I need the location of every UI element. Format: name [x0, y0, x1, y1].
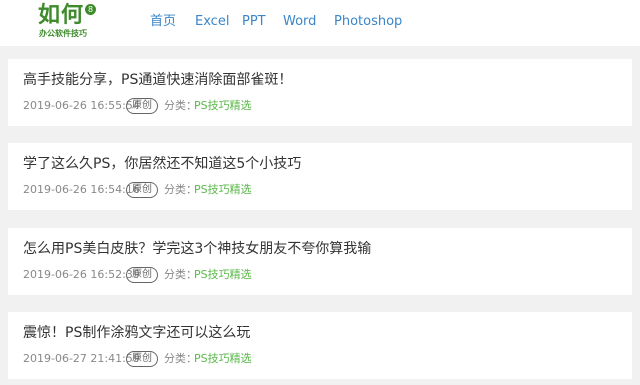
category-link[interactable]: PS技巧精选: [194, 267, 252, 283]
article-title[interactable]: 怎么用PS美白皮肤？学完这3个神技女朋友不夸你算我输: [23, 239, 371, 259]
article-card[interactable]: 震惊！PS制作涂鸦文字还可以这么玩 2019-06-27 21:41:59 原创…: [8, 312, 632, 379]
original-badge: 原创: [126, 267, 158, 283]
article-date: 2019-06-26 16:54:16: [23, 183, 140, 196]
article-card[interactable]: 怎么用PS美白皮肤？学完这3个神技女朋友不夸你算我输 2019-06-26 16…: [8, 228, 632, 295]
logo-subtitle: 办公软件技巧: [39, 29, 87, 38]
original-badge: 原创: [126, 182, 158, 198]
category-label: 分类：: [164, 352, 197, 365]
category-link[interactable]: PS技巧精选: [194, 351, 252, 367]
article-title[interactable]: 高手技能分享，PS通道快速消除面部雀斑！: [23, 70, 292, 90]
original-badge: 原创: [126, 351, 158, 367]
logo-badge: 8: [85, 4, 96, 15]
original-badge: 原创: [126, 98, 158, 114]
nav-word[interactable]: Word: [283, 13, 316, 31]
article-title[interactable]: 学了这么久PS，你居然还不知道这5个小技巧: [23, 154, 301, 174]
article-date: 2019-06-26 16:52:39: [23, 268, 140, 281]
category-link[interactable]: PS技巧精选: [194, 182, 252, 198]
article-card[interactable]: 学了这么久PS，你居然还不知道这5个小技巧 2019-06-26 16:54:1…: [8, 143, 632, 210]
site-logo[interactable]: 如何 8 办公软件技巧: [38, 3, 98, 43]
nav-photoshop[interactable]: Photoshop: [334, 13, 402, 31]
category-label: 分类：: [164, 268, 197, 281]
article-date: 2019-06-27 21:41:59: [23, 352, 140, 365]
category-label: 分类：: [164, 99, 197, 112]
category-label: 分类：: [164, 183, 197, 196]
logo-text: 如何: [38, 3, 85, 28]
nav-home[interactable]: 首页: [150, 13, 176, 31]
article-date: 2019-06-26 16:55:54: [23, 99, 140, 112]
article-card[interactable]: 高手技能分享，PS通道快速消除面部雀斑！ 2019-06-26 16:55:54…: [8, 59, 632, 126]
category-link[interactable]: PS技巧精选: [194, 98, 252, 114]
article-title[interactable]: 震惊！PS制作涂鸦文字还可以这么玩: [23, 323, 250, 343]
nav-ppt[interactable]: PPT: [242, 13, 266, 31]
nav-excel[interactable]: Excel: [195, 13, 229, 31]
top-bar: 如何 8 办公软件技巧 首页 Excel PPT Word Photoshop: [0, 0, 640, 46]
